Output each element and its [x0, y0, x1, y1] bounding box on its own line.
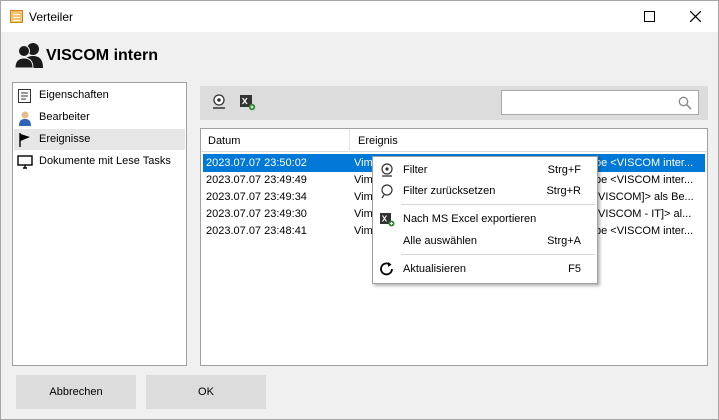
- table-header: Datum Ereignis: [201, 129, 707, 152]
- excel-export-icon: [380, 213, 395, 227]
- maximize-icon: [644, 11, 655, 22]
- menu-item-shortcut: Strg+F: [547, 164, 581, 176]
- sidebar-item-ereignisse[interactable]: Ereignisse: [14, 129, 185, 150]
- properties-icon: [18, 89, 31, 103]
- cell-date: 2023.07.07 23:49:34: [206, 191, 307, 203]
- cell-event-tail: [VISCOM]> als Be...: [595, 191, 694, 203]
- cell-event-tail: [VISCOM - IT]> al...: [595, 208, 692, 220]
- menu-separator: [401, 254, 595, 255]
- user-group-icon: [14, 43, 43, 69]
- sidebar-nav: Eigenschaften Bearbeiter Ereignisse Doku…: [12, 82, 187, 366]
- menu-item-filter-reset[interactable]: Filter zurücksetzen Strg+R: [375, 180, 595, 202]
- flag-icon: [19, 133, 30, 147]
- menu-item-filter[interactable]: Filter Strg+F: [375, 159, 595, 181]
- cell-event-tail: pe <VISCOM inter...: [595, 225, 694, 237]
- context-menu: Filter Strg+F Filter zurücksetzen Strg+R…: [372, 156, 598, 284]
- search-icon: [678, 96, 692, 110]
- menu-item-shortcut: F5: [568, 263, 581, 275]
- cell-date: 2023.07.07 23:50:02: [206, 157, 307, 169]
- filter-reset-icon: [381, 184, 393, 199]
- sidebar-item-label: Eigenschaften: [39, 89, 109, 101]
- sidebar-item-bearbeiter[interactable]: Bearbeiter: [14, 107, 185, 128]
- menu-item-refresh[interactable]: Aktualisieren F5: [375, 258, 595, 280]
- column-header-datum[interactable]: Datum: [208, 135, 240, 147]
- sidebar-item-label: Bearbeiter: [39, 111, 90, 123]
- column-header-ereignis[interactable]: Ereignis: [358, 135, 398, 147]
- app-icon: [10, 10, 23, 23]
- dialog-window: Verteiler VISCOM intern Eigenschaften Be…: [0, 0, 719, 420]
- menu-item-label: Filter: [403, 164, 428, 176]
- sidebar-item-label: Dokumente mit Lese Tasks: [39, 155, 171, 167]
- menu-item-select-all[interactable]: Alle auswählen Strg+A: [375, 230, 595, 252]
- menu-item-label: Alle auswählen: [403, 235, 477, 247]
- cell-date: 2023.07.07 23:49:30: [206, 208, 307, 220]
- page-title: VISCOM intern: [46, 47, 159, 64]
- cell-date: 2023.07.07 23:49:49: [206, 174, 307, 186]
- excel-export-icon: [240, 95, 256, 111]
- sidebar-item-label: Ereignisse: [39, 133, 91, 145]
- cell-event-tail: pe <VISCOM inter...: [595, 174, 694, 186]
- excel-export-button[interactable]: [238, 93, 258, 113]
- sidebar-item-eigenschaften[interactable]: Eigenschaften: [14, 85, 185, 106]
- menu-item-excel-export[interactable]: Nach MS Excel exportieren: [375, 208, 595, 230]
- menu-item-shortcut: Strg+A: [547, 235, 581, 247]
- search-input[interactable]: [501, 90, 699, 115]
- filter-icon: [213, 94, 225, 109]
- menu-item-label: Nach MS Excel exportieren: [403, 213, 537, 225]
- window-title: Verteiler: [29, 10, 74, 24]
- ok-button[interactable]: OK: [146, 375, 266, 409]
- cell-event-tail: pe <VISCOM inter...: [595, 157, 694, 169]
- filter-button[interactable]: [210, 93, 230, 113]
- title-bar[interactable]: Verteiler: [1, 1, 718, 32]
- menu-item-label: Aktualisieren: [403, 263, 466, 275]
- column-divider[interactable]: [349, 129, 350, 152]
- cancel-button[interactable]: Abbrechen: [16, 375, 136, 409]
- toolbar: [200, 86, 708, 120]
- close-button[interactable]: [672, 1, 718, 32]
- user-icon: [19, 111, 31, 126]
- refresh-icon: [380, 262, 393, 276]
- cell-date: 2023.07.07 23:48:41: [206, 225, 307, 237]
- menu-item-label: Filter zurücksetzen: [403, 185, 496, 197]
- menu-item-shortcut: Strg+R: [546, 185, 581, 197]
- monitor-icon: [17, 155, 33, 169]
- filter-icon: [381, 163, 393, 177]
- maximize-button[interactable]: [626, 1, 672, 32]
- close-icon: [690, 11, 701, 22]
- sidebar-item-dokumente[interactable]: Dokumente mit Lese Tasks: [14, 151, 185, 172]
- menu-separator: [401, 204, 595, 205]
